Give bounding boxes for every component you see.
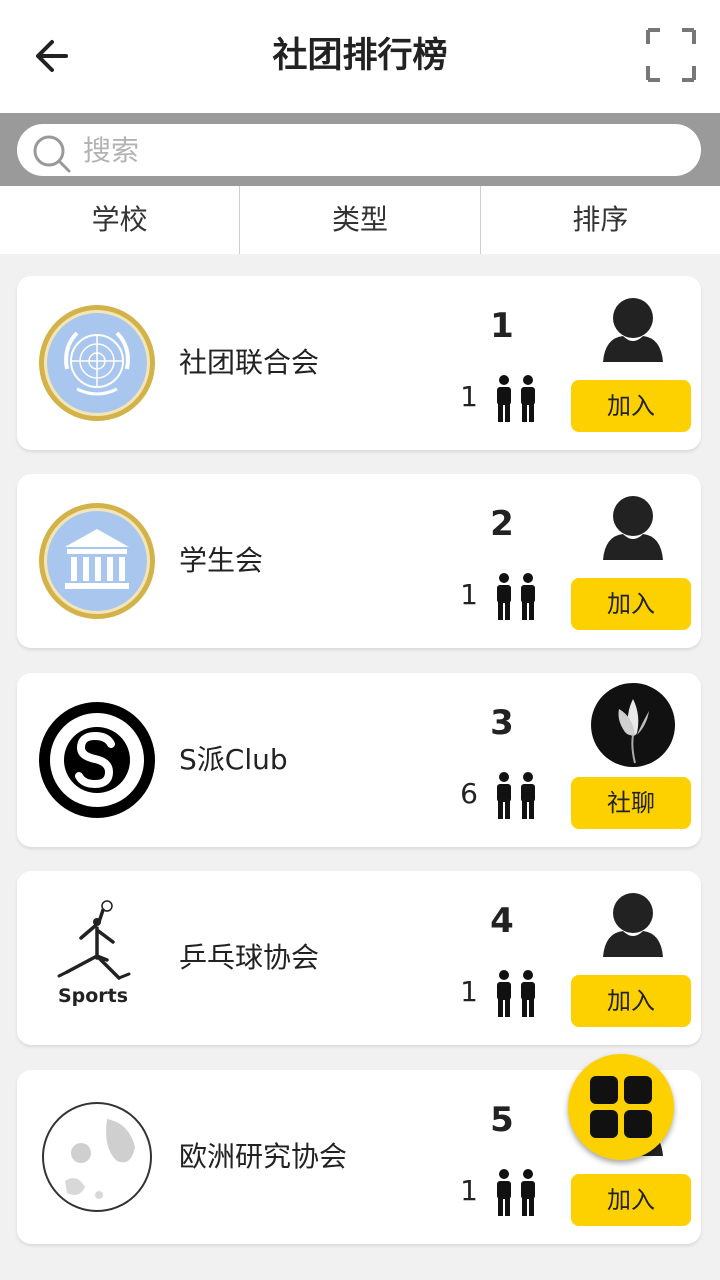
people-icon [497, 375, 535, 422]
filter-school[interactable]: 学校 [0, 186, 241, 254]
member-count: 1 [460, 380, 478, 413]
search-box[interactable] [17, 124, 701, 176]
member-count: 6 [460, 777, 478, 810]
join-button[interactable]: 加入 [571, 975, 691, 1027]
club-card[interactable]: S派Club 3 6 社聊 [17, 673, 701, 847]
join-button[interactable]: 加入 [571, 1174, 691, 1226]
grid-menu-icon [590, 1076, 652, 1138]
join-button[interactable]: 加入 [571, 578, 691, 630]
search-input[interactable] [83, 124, 683, 176]
default-person-avatar [603, 298, 663, 362]
people-icon [497, 970, 535, 1017]
scan-frame-icon [646, 28, 696, 82]
s-circle-logo [39, 702, 155, 818]
club-rank: 1 [490, 306, 514, 346]
search-bar [0, 113, 720, 186]
jumpman-logo: Sports [57, 900, 131, 1007]
club-rank: 4 [490, 901, 514, 941]
floating-menu-button[interactable] [568, 1054, 674, 1160]
club-card[interactable]: Sports 乒乓球协会 4 1 加入 [17, 871, 701, 1045]
club-rank: 3 [490, 703, 514, 743]
search-icon [33, 135, 71, 173]
club-card[interactable]: 学生会 2 1 加入 [17, 474, 701, 648]
club-card[interactable]: 社团联合会 1 1 加入 [17, 276, 701, 450]
join-button[interactable]: 加入 [571, 380, 691, 432]
people-icon [497, 1169, 535, 1216]
club-name: 欧洲研究协会 [179, 1140, 348, 1173]
scan-button[interactable] [636, 24, 706, 86]
default-person-avatar [603, 496, 663, 560]
building-logo [39, 503, 155, 619]
chat-button[interactable]: 社聊 [571, 777, 691, 829]
member-count: 1 [460, 1174, 478, 1207]
header-bar: 社团排行榜 [0, 0, 720, 113]
club-name: 学生会 [179, 544, 264, 577]
filter-type[interactable]: 类型 [240, 186, 481, 254]
club-name: 乒乓球协会 [179, 941, 320, 974]
member-count: 1 [460, 578, 478, 611]
club-name: 社团联合会 [179, 346, 320, 379]
default-person-avatar [603, 893, 663, 957]
un-emblem-logo [39, 305, 155, 421]
filter-bar: 学校 类型 排序 [0, 186, 720, 254]
logo-text: Sports [58, 985, 128, 1007]
club-rank: 5 [490, 1100, 514, 1140]
people-icon [497, 573, 535, 620]
moon-logo [42, 1102, 152, 1212]
page-title: 社团排行榜 [272, 36, 448, 76]
people-icon [497, 772, 535, 819]
club-name: S派Club [179, 743, 288, 776]
club-rank: 2 [490, 504, 514, 544]
member-count: 1 [460, 975, 478, 1008]
filter-sort[interactable]: 排序 [481, 186, 720, 254]
flower-avatar [591, 683, 675, 767]
